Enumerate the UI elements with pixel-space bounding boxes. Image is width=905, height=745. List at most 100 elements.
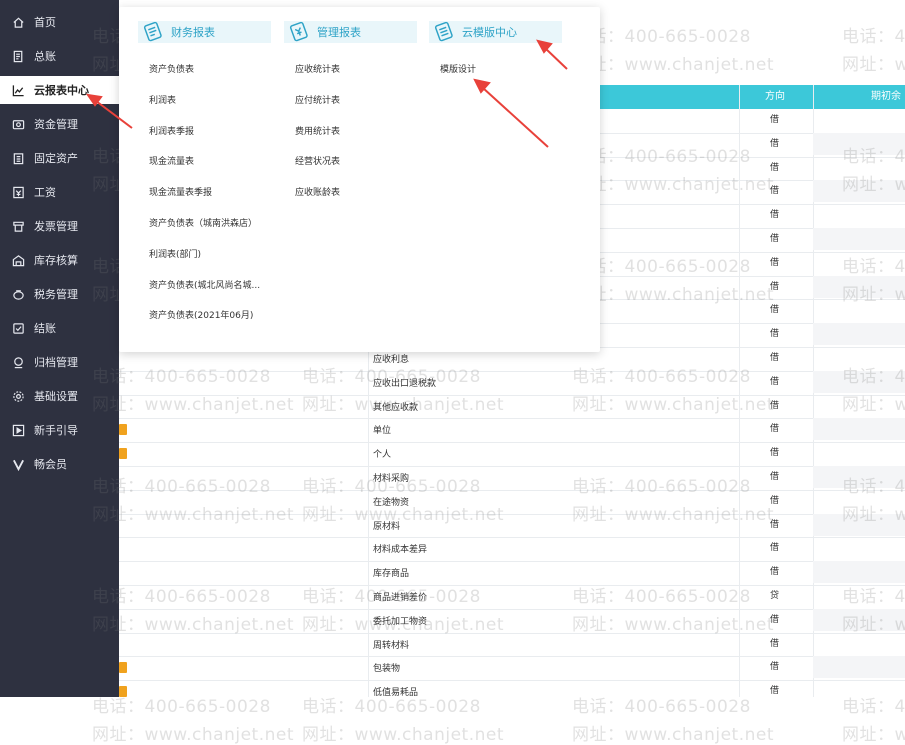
table-row-band — [813, 370, 905, 393]
menu-link-1-2[interactable]: 利润表 — [149, 93, 176, 106]
menu-link-2-4[interactable]: 经营状况表 — [295, 154, 340, 167]
table-row-band — [813, 180, 905, 203]
sidebar-item-7[interactable]: 发票管理 — [0, 212, 119, 240]
direction-cell: 借 — [770, 115, 780, 125]
direction-cell: 借 — [770, 448, 780, 459]
table-row — [119, 561, 905, 563]
account-name-cell: 应收出口退税款 — [373, 378, 437, 389]
row-tag-icon[interactable] — [119, 448, 127, 460]
menu-link-1-3[interactable]: 利润表季报 — [149, 124, 194, 137]
sidebar-item-label: 云报表中心 — [34, 84, 89, 97]
sidebar-item-8[interactable]: 库存核算 — [0, 246, 119, 274]
direction-cell: 借 — [770, 281, 780, 292]
direction-cell: 借 — [770, 662, 780, 673]
category-header-1[interactable]: 财务报表 — [138, 21, 271, 43]
invoice-icon — [12, 220, 25, 233]
menu-link-1-9[interactable]: 资产负债表(2021年06月) — [149, 308, 253, 321]
table-row — [119, 537, 905, 539]
account-name-cell: 材料成本差异 — [373, 545, 428, 556]
category-header-2[interactable]: 管理报表 — [284, 21, 417, 43]
sidebar-item-label: 新手引导 — [34, 424, 78, 437]
account-name-cell: 委托加工物资 — [373, 616, 428, 627]
direction-cell: 借 — [770, 638, 780, 649]
guide-icon — [12, 424, 25, 437]
direction-cell: 借 — [770, 614, 780, 625]
row-tag-icon[interactable] — [119, 686, 127, 697]
direction-cell: 借 — [770, 424, 780, 435]
table-row — [119, 370, 905, 372]
sidebar-item-label: 税务管理 — [34, 288, 78, 301]
sidebar-item-10[interactable]: 结账 — [0, 314, 119, 342]
menu-link-2-1[interactable]: 应收统计表 — [295, 62, 340, 75]
direction-cell: 借 — [770, 376, 780, 387]
table-row-band — [813, 228, 905, 250]
table-row — [119, 632, 905, 634]
direction-cell: 借 — [770, 305, 780, 316]
sidebar-item-label: 畅会员 — [34, 458, 67, 471]
sidebar-item-3[interactable]: 云报表中心 — [0, 76, 125, 104]
table-row — [119, 513, 905, 515]
sidebar-item-5[interactable]: 固定资产 — [0, 144, 119, 172]
category-header-3[interactable]: 云模版中心 — [429, 21, 562, 43]
sidebar-item-label: 总账 — [34, 50, 56, 63]
sidebar-item-12[interactable]: 基础设置 — [0, 382, 119, 410]
sidebar: 首页总账云报表中心资金管理固定资产工资发票管理库存核算税务管理结账归档管理基础设… — [0, 0, 125, 697]
menu-link-1-7[interactable]: 利润表(部门) — [149, 247, 201, 260]
cloud-template-icon — [433, 21, 455, 43]
checkout-icon — [12, 322, 25, 335]
home-icon — [12, 16, 25, 29]
menu-link-2-5[interactable]: 应收账龄表 — [295, 185, 340, 198]
direction-cell: 借 — [770, 257, 780, 268]
chart-icon — [12, 84, 25, 97]
table-row-band — [813, 561, 905, 584]
table-row — [119, 585, 905, 586]
menu-link-1-6[interactable]: 资产负债表（城南洪森店） — [149, 216, 257, 229]
menu-link-1-8[interactable]: 资产负债表(城北风尚名城... — [149, 278, 260, 291]
menu-link-1-4[interactable]: 现金流量表 — [149, 154, 194, 167]
sidebar-item-2[interactable]: 总账 — [0, 42, 119, 70]
direction-cell: 借 — [770, 543, 780, 554]
table-row — [119, 608, 905, 610]
sidebar-item-13[interactable]: 新手引导 — [0, 416, 119, 444]
sidebar-item-label: 结账 — [34, 322, 56, 335]
menu-link-1-1[interactable]: 资产负债表 — [149, 62, 194, 75]
column-divider — [739, 85, 740, 697]
table-row — [119, 466, 905, 467]
account-name-cell: 应收利息 — [373, 355, 410, 365]
watermark-site: 网址：www.chanjet.net — [92, 725, 295, 745]
menu-link-3-1[interactable]: 模版设计 — [440, 62, 476, 75]
tax-icon — [12, 288, 25, 301]
direction-cell: 借 — [770, 210, 780, 221]
table-row-band — [813, 418, 905, 441]
sidebar-item-label: 归档管理 — [34, 356, 78, 369]
financial-report-icon — [142, 21, 164, 43]
direction-cell: 借 — [770, 329, 780, 340]
direction-cell: 借 — [770, 138, 780, 149]
menu-link-2-2[interactable]: 应付统计表 — [295, 93, 340, 106]
row-tag-icon[interactable] — [119, 424, 127, 436]
sidebar-item-9[interactable]: 税务管理 — [0, 280, 119, 308]
column-header-opening: 期初余 — [871, 91, 901, 102]
table-row-band — [813, 513, 905, 536]
menu-link-1-5[interactable]: 现金流量表季报 — [149, 185, 212, 198]
sidebar-item-4[interactable]: 资金管理 — [0, 110, 119, 138]
column-header-direction: 方向 — [765, 91, 785, 102]
sidebar-item-label: 资金管理 — [34, 118, 78, 131]
sidebar-item-1[interactable]: 首页 — [0, 8, 119, 36]
direction-cell: 借 — [770, 353, 780, 363]
account-name-cell: 低值易耗品 — [373, 688, 419, 697]
direction-cell: 借 — [770, 519, 780, 530]
sidebar-item-14[interactable]: 畅会员 — [0, 450, 119, 478]
sidebar-item-6[interactable]: 工资 — [0, 178, 119, 206]
sidebar-item-label: 发票管理 — [34, 220, 78, 233]
vip-icon — [12, 458, 25, 471]
row-tag-icon[interactable] — [119, 662, 127, 674]
table-row — [119, 442, 905, 444]
menu-link-2-3[interactable]: 费用统计表 — [295, 124, 340, 137]
direction-cell: 借 — [770, 686, 780, 697]
table-row-band — [813, 275, 905, 298]
sidebar-item-11[interactable]: 归档管理 — [0, 348, 119, 376]
direction-cell: 借 — [770, 186, 780, 197]
direction-cell: 借 — [770, 495, 780, 506]
table-row — [119, 489, 905, 491]
